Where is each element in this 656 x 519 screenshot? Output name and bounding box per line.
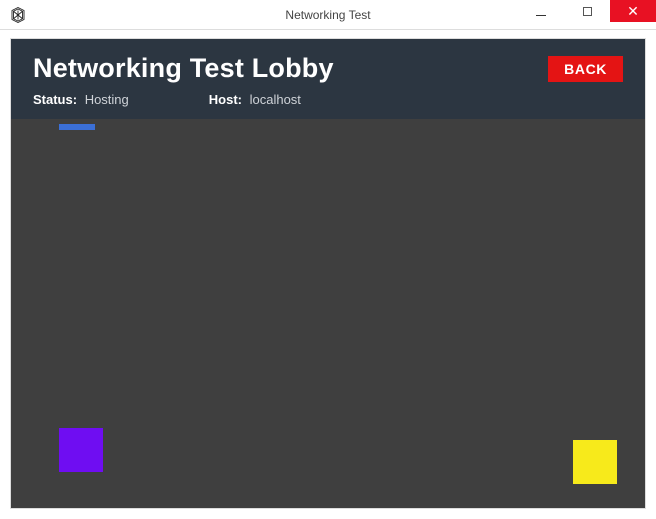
- back-button[interactable]: BACK: [548, 56, 623, 82]
- lobby-status-row: Status: Hosting Host: localhost: [33, 92, 623, 107]
- player-yellow[interactable]: [573, 440, 617, 484]
- host-label: Host:: [209, 92, 242, 107]
- unity-icon: [6, 3, 30, 27]
- window-title: Networking Test: [285, 8, 370, 22]
- host-value: localhost: [250, 92, 301, 107]
- host-field: Host: localhost: [209, 92, 301, 107]
- window-content: Networking Test Lobby BACK Status: Hosti…: [0, 30, 656, 519]
- close-button[interactable]: ✕: [610, 0, 656, 22]
- window-controls: ✕: [518, 0, 656, 29]
- status-label: Status:: [33, 92, 77, 107]
- window-titlebar: Networking Test ✕: [0, 0, 656, 30]
- game-area[interactable]: [11, 124, 645, 508]
- player-blue[interactable]: [59, 124, 95, 130]
- status-value: Hosting: [85, 92, 129, 107]
- player-purple[interactable]: [59, 428, 103, 472]
- status-field: Status: Hosting: [33, 92, 129, 107]
- game-canvas: Networking Test Lobby BACK Status: Hosti…: [10, 38, 646, 509]
- lobby-header: Networking Test Lobby BACK Status: Hosti…: [11, 39, 645, 119]
- lobby-title: Networking Test Lobby: [33, 53, 334, 84]
- maximize-button[interactable]: [564, 0, 610, 22]
- minimize-button[interactable]: [518, 0, 564, 22]
